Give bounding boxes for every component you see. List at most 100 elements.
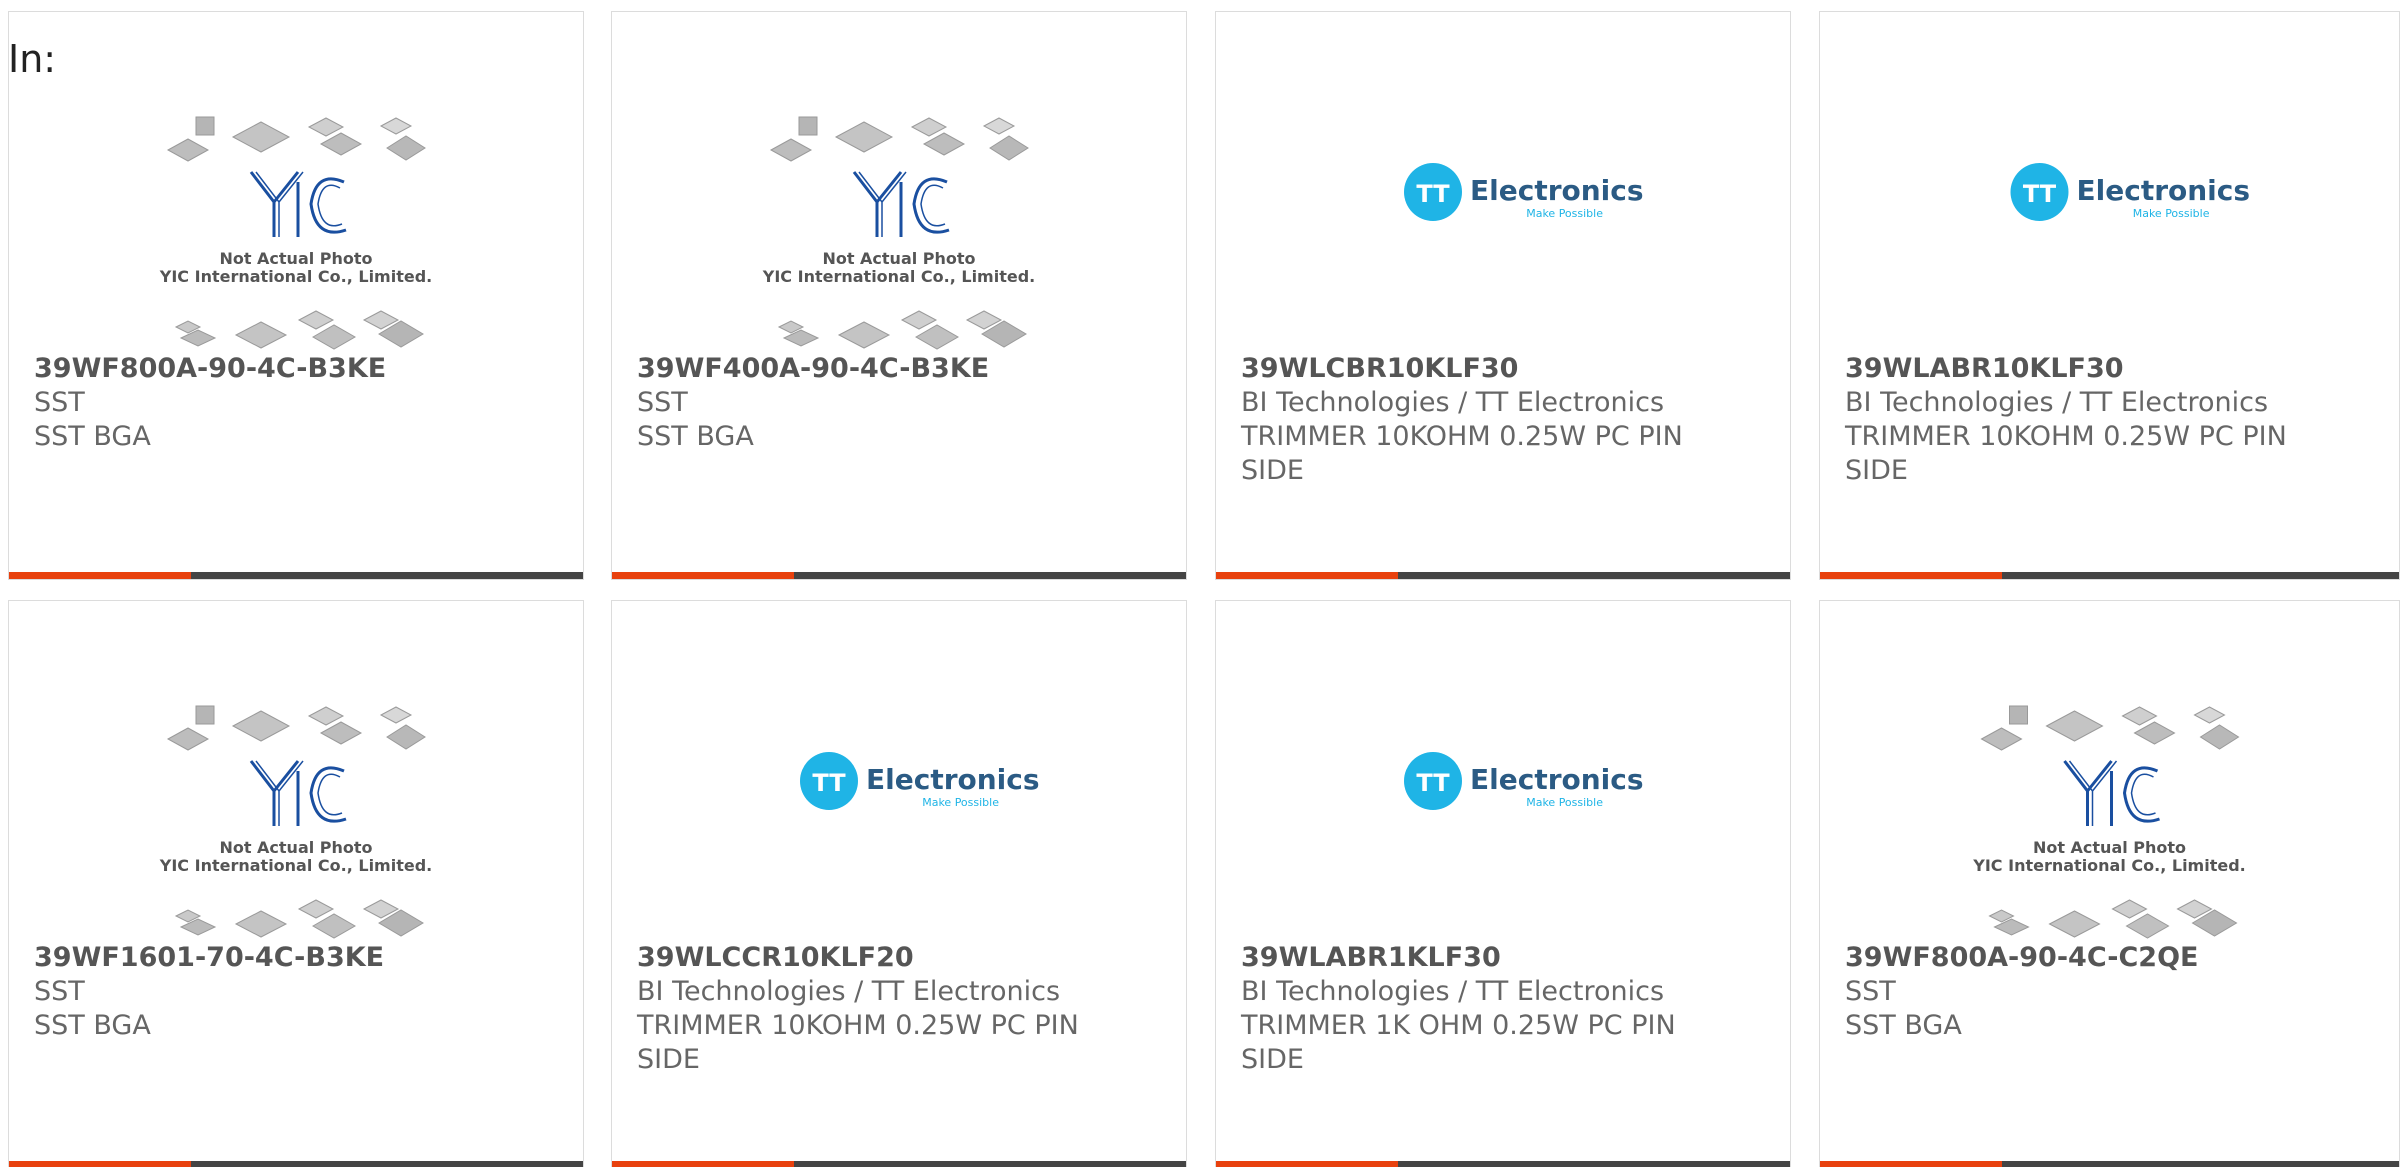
tt-electronics-logo: TT ElectronicsMake Possible [2010, 163, 2251, 221]
tt-logo-mark: TT [1416, 769, 1450, 797]
manufacturer: BI Technologies / TT Electronics [1241, 976, 1665, 1007]
part-number-link[interactable]: 39WF1601-70-4C-B3KE [34, 941, 558, 975]
tt-logo-mark: TT [812, 769, 846, 797]
description: SST BGA [1845, 1010, 1962, 1041]
page: In: Not Actual Photo YIC International Co… [0, 0, 2400, 1167]
product-info: 39WLABR10KLF30 BI Technologies / TT Elec… [1845, 352, 2374, 488]
product-info: 39WF800A-90-4C-C2QE SST SST BGA [1845, 941, 2374, 1043]
placeholder-caption-1: Not Actual Photo [2033, 838, 2186, 857]
product-card[interactable]: Not Actual Photo YIC International Co., L… [611, 11, 1187, 580]
placeholder-caption-2: YIC International Co., Limited. [1972, 856, 2245, 875]
tt-logo-tagline: Make Possible [1526, 207, 1603, 220]
card-bottom-accent [9, 572, 191, 579]
part-number-link[interactable]: 39WF400A-90-4C-B3KE [637, 352, 1161, 386]
yic-placeholder-image: Not Actual PhotoYIC International Co., L… [159, 116, 432, 350]
tt-logo-word: Electronics [2077, 174, 2251, 207]
tt-electronics-logo: TT ElectronicsMake Possible [1404, 752, 1644, 810]
manufacturer: BI Technologies / TT Electronics [637, 976, 1061, 1007]
part-number-link[interactable]: 39WLABR10KLF30 [1845, 352, 2374, 386]
tt-electronics-logo: TT ElectronicsMake Possible [800, 752, 1040, 810]
yic-logo [249, 171, 347, 237]
description: SST BGA [34, 421, 151, 452]
card-bottom-bar [1216, 572, 1790, 579]
placeholder-caption-2: YIC International Co., Limited. [159, 856, 432, 875]
product-image[interactable]: Not Actual Photo YIC International Co., L… [612, 82, 1186, 352]
yic-logo [249, 760, 347, 826]
tt-logo-word: Electronics [1470, 763, 1644, 796]
product-image[interactable]: Not Actual Photo YIC International Co., L… [9, 82, 583, 352]
tt-electronics-logo: TT ElectronicsMake Possible [1404, 163, 1644, 221]
description-continued: SIDE [1241, 1044, 1304, 1075]
product-card[interactable]: Not Actual Photo YIC International Co., L… [8, 600, 584, 1167]
card-bottom-accent [1820, 1161, 2002, 1167]
product-card[interactable]: TT Electronics Make Possible 39WLABR10KLF3… [1819, 11, 2400, 580]
placeholder-caption-1: Not Actual Photo [219, 838, 372, 857]
description: SST BGA [637, 421, 754, 452]
yic-placeholder-image: Not Actual PhotoYIC International Co., L… [762, 116, 1035, 350]
product-image[interactable]: TT Electronics Make Possible [612, 671, 1186, 941]
product-info: 39WF800A-90-4C-B3KE SST SST BGA [34, 352, 558, 454]
product-image[interactable]: Not Actual Photo YIC International Co., L… [1820, 671, 2399, 941]
product-card[interactable]: TT Electronics Make Possible 39WLABR1KLF30… [1215, 600, 1791, 1167]
tt-logo-tagline: Make Possible [2133, 207, 2210, 220]
manufacturer: SST [34, 387, 85, 418]
tt-logo-mark: TT [2023, 180, 2057, 208]
card-bottom-bar [612, 1161, 1186, 1167]
product-card[interactable]: TT Electronics Make Possible 39WLCCR10KLF2… [611, 600, 1187, 1167]
product-info: 39WLABR1KLF30 BI Technologies / TT Elect… [1241, 941, 1765, 1077]
product-card[interactable]: TT Electronics Make Possible 39WLCBR10KLF3… [1215, 11, 1791, 580]
part-number-link[interactable]: 39WLCBR10KLF30 [1241, 352, 1765, 386]
tt-logo-word: Electronics [866, 763, 1040, 796]
yic-placeholder-image: Not Actual PhotoYIC International Co., L… [1972, 705, 2246, 939]
product-image[interactable]: TT Electronics Make Possible [1216, 82, 1790, 352]
card-bottom-accent [1216, 1161, 1398, 1167]
card-bottom-bar [9, 1161, 583, 1167]
product-info: 39WLCBR10KLF30 BI Technologies / TT Elec… [1241, 352, 1765, 488]
part-number-link[interactable]: 39WLABR1KLF30 [1241, 941, 1765, 975]
tt-logo-tagline: Make Possible [922, 796, 999, 809]
placeholder-caption-1: Not Actual Photo [219, 249, 372, 268]
card-bottom-bar [1820, 1161, 2399, 1167]
description: TRIMMER 1K OHM 0.25W PC PIN [1241, 1010, 1676, 1041]
yic-logo [2063, 760, 2160, 826]
card-bottom-bar [612, 572, 1186, 579]
description: SST BGA [34, 1010, 151, 1041]
part-number-link[interactable]: 39WF800A-90-4C-C2QE [1845, 941, 2374, 975]
tt-logo-mark: TT [1416, 180, 1450, 208]
card-bottom-bar [1216, 1161, 1790, 1167]
description-continued: SIDE [1845, 455, 1908, 486]
card-bottom-bar [1820, 572, 2399, 579]
tt-logo-tagline: Make Possible [1526, 796, 1603, 809]
product-image[interactable]: TT Electronics Make Possible [1216, 671, 1790, 941]
product-info: 39WLCCR10KLF20 BI Technologies / TT Elec… [637, 941, 1161, 1077]
description: TRIMMER 10KOHM 0.25W PC PIN [637, 1010, 1079, 1041]
card-bottom-accent [612, 1161, 794, 1167]
description: TRIMMER 10KOHM 0.25W PC PIN [1241, 421, 1683, 452]
card-bottom-accent [612, 572, 794, 579]
manufacturer: SST [1845, 976, 1896, 1007]
description-continued: SIDE [1241, 455, 1304, 486]
card-bottom-accent [1820, 572, 2002, 579]
product-image[interactable]: TT Electronics Make Possible [1820, 82, 2399, 352]
manufacturer: BI Technologies / TT Electronics [1845, 387, 2269, 418]
product-image[interactable]: Not Actual Photo YIC International Co., L… [9, 671, 583, 941]
card-bottom-accent [1216, 572, 1398, 579]
manufacturer: SST [34, 976, 85, 1007]
product-info: 39WF1601-70-4C-B3KE SST SST BGA [34, 941, 558, 1043]
manufacturer: SST [637, 387, 688, 418]
yic-placeholder-image: Not Actual PhotoYIC International Co., L… [159, 705, 432, 939]
description-continued: SIDE [637, 1044, 700, 1075]
yic-logo [852, 171, 950, 237]
placeholder-caption-1: Not Actual Photo [822, 249, 975, 268]
part-number-link[interactable]: 39WF800A-90-4C-B3KE [34, 352, 558, 386]
manufacturer: BI Technologies / TT Electronics [1241, 387, 1665, 418]
product-info: 39WF400A-90-4C-B3KE SST SST BGA [637, 352, 1161, 454]
card-bottom-bar [9, 572, 583, 579]
placeholder-caption-2: YIC International Co., Limited. [159, 267, 432, 286]
part-number-link[interactable]: 39WLCCR10KLF20 [637, 941, 1161, 975]
product-card[interactable]: Not Actual Photo YIC International Co., L… [1819, 600, 2400, 1167]
tt-logo-word: Electronics [1470, 174, 1644, 207]
product-card[interactable]: Not Actual Photo YIC International Co., L… [8, 11, 584, 580]
card-bottom-accent [9, 1161, 191, 1167]
filter-label: In: [8, 37, 57, 81]
